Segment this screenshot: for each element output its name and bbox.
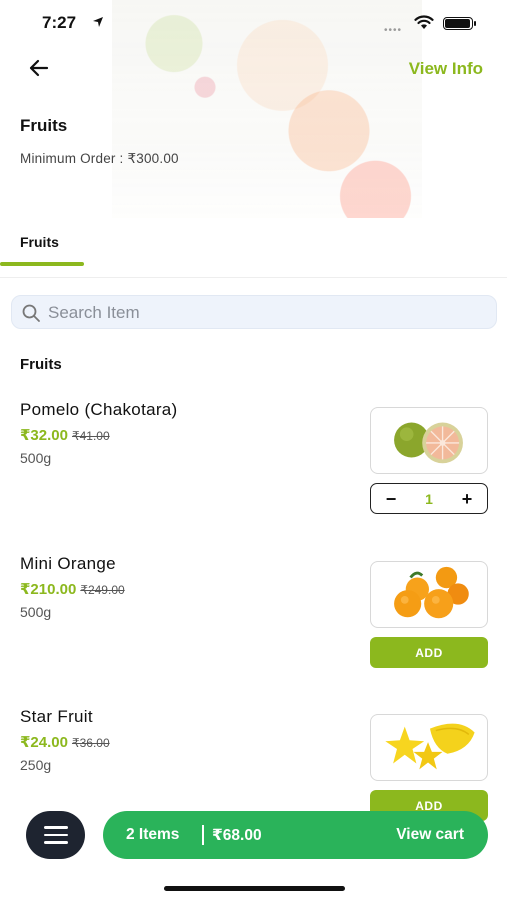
back-button[interactable]: [24, 53, 54, 83]
cart-item-count: 2 Items: [126, 826, 180, 843]
cart-divider: [202, 825, 204, 845]
store-title: Fruits: [20, 116, 68, 135]
product-price: ₹24.00: [20, 734, 68, 751]
view-cart-label[interactable]: View cart: [396, 826, 464, 844]
orange-icon: [394, 566, 469, 619]
search-bar[interactable]: [11, 295, 497, 330]
product-name: Mini Orange: [20, 554, 116, 573]
cart-total: ₹68.00: [212, 826, 262, 844]
hamburger-icon-line: [43, 841, 68, 844]
tab-fruits[interactable]: Fruits: [20, 234, 59, 250]
product-quantity: 500g: [20, 604, 52, 620]
wifi-icon: [414, 15, 434, 29]
price-row: ₹32.00 ₹41.00: [20, 426, 110, 445]
status-time: 7:27: [42, 13, 77, 32]
product-image-pomelo[interactable]: [370, 407, 488, 474]
minimum-order-text: Minimum Order : ₹300.00: [20, 151, 179, 166]
decrement-button[interactable]: −: [383, 490, 399, 508]
price-row: ₹210.00 ₹249.00: [20, 580, 125, 599]
quantity-stepper: − 1 +: [370, 483, 488, 514]
view-cart-bar[interactable]: 2 Items ₹68.00 View cart: [103, 811, 488, 859]
product-price: ₹210.00: [20, 581, 77, 598]
product-mrp: ₹249.00: [80, 583, 125, 597]
signal-icon: ••••: [384, 25, 403, 36]
pomelo-icon: [394, 422, 463, 464]
home-indicator[interactable]: [164, 886, 345, 891]
hamburger-icon-line: [43, 833, 68, 837]
product-quantity: 250g: [20, 757, 52, 773]
price-row: ₹24.00 ₹36.00: [20, 733, 110, 752]
search-icon: [22, 304, 40, 322]
product-mrp: ₹36.00: [71, 736, 110, 750]
category-tabs: Fruits: [0, 222, 507, 278]
section-heading: Fruits: [20, 356, 62, 373]
product-name: Pomelo (Chakotara): [20, 400, 178, 419]
product-image-mini-orange[interactable]: [370, 561, 488, 628]
product-name: Star Fruit: [20, 707, 93, 726]
menu-button[interactable]: [26, 811, 85, 859]
search-input[interactable]: [48, 296, 488, 330]
active-tab-indicator: [0, 262, 84, 266]
arrow-left-icon: [29, 59, 49, 77]
cart-quantity: 1: [425, 490, 433, 507]
product-quantity: 500g: [20, 450, 52, 466]
status-bar: 7:27 ••••: [0, 0, 507, 46]
add-button[interactable]: ADD: [370, 637, 488, 668]
star-fruit-icon: [385, 723, 475, 770]
product-price: ₹32.00: [20, 427, 68, 444]
product-mrp: ₹41.00: [71, 429, 110, 443]
product-image-star-fruit[interactable]: [370, 714, 488, 781]
view-info-link[interactable]: View Info: [409, 59, 483, 79]
increment-button[interactable]: +: [459, 490, 475, 508]
location-arrow-icon: [93, 17, 103, 27]
battery-icon: [443, 17, 476, 30]
hamburger-icon-line: [43, 826, 68, 829]
